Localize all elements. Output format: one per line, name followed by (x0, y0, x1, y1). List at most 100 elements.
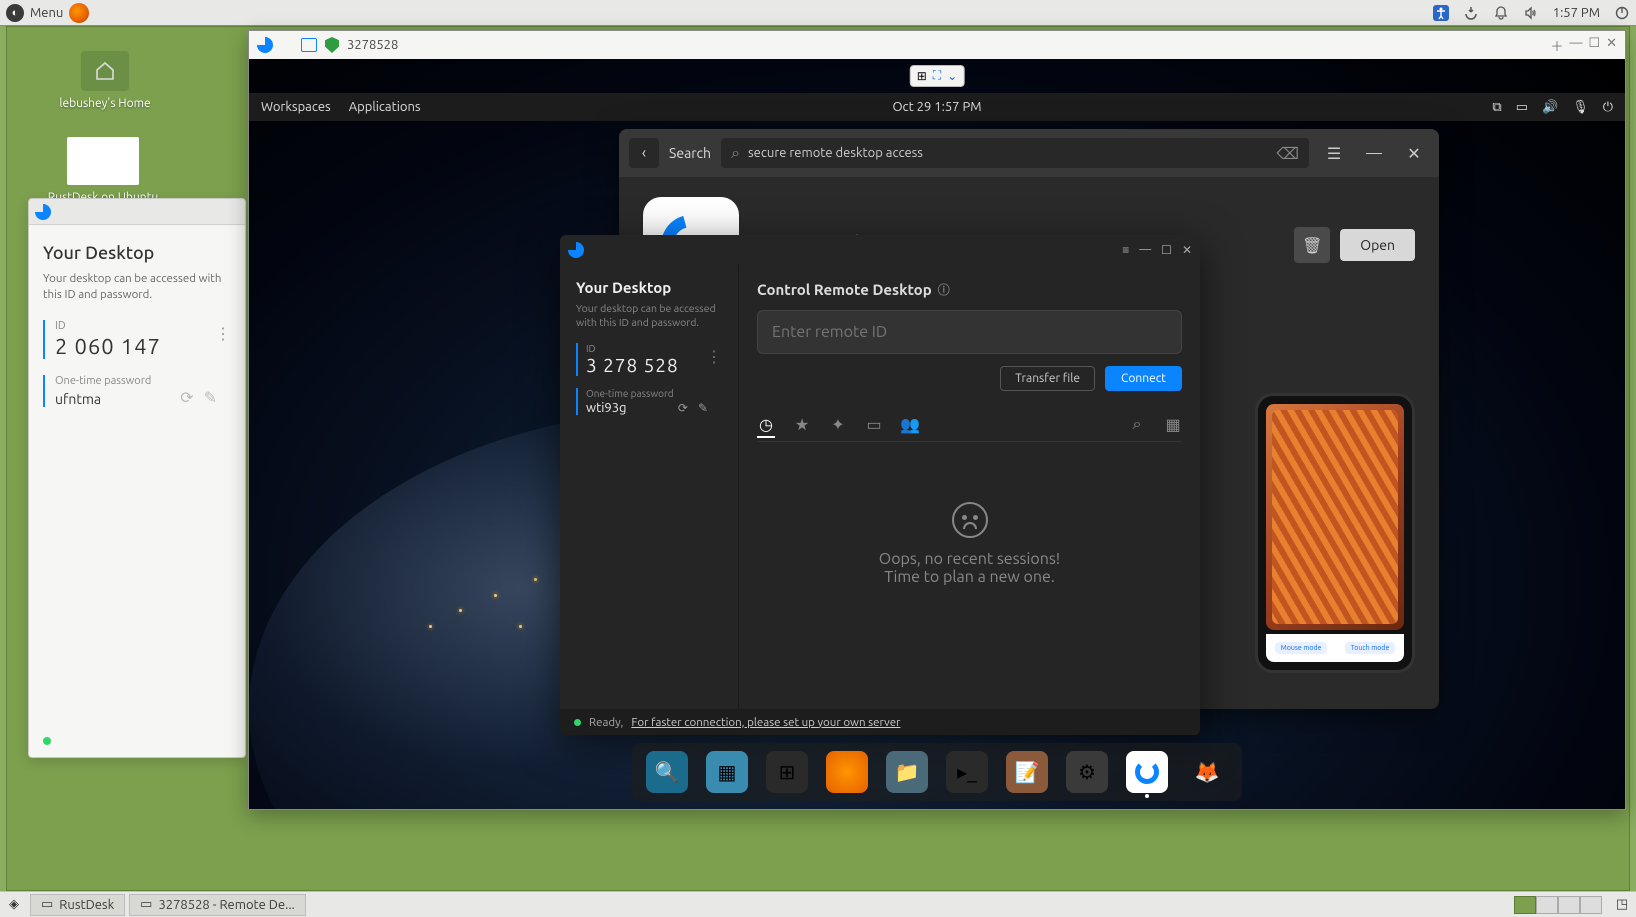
maximize-button[interactable]: ☐ (1588, 36, 1600, 55)
control-remote-heading: Control Remote Desktop ⓘ (757, 281, 1182, 298)
remote-session-titlebar[interactable]: 3278528 ＋ — ☐ ✕ (249, 31, 1625, 59)
your-desktop-description: Your desktop can be accessed with this I… (43, 271, 231, 302)
inner-close-button[interactable]: ✕ (1182, 243, 1192, 257)
dock-rustdesk-icon[interactable] (1126, 751, 1168, 793)
screenshot-phone-mockup: Mouse mode Touch mode (1255, 393, 1415, 673)
inner-menu-button[interactable]: ≡ (1122, 243, 1129, 257)
dock-firefox-icon[interactable] (826, 751, 868, 793)
session-toolbar-pill[interactable]: ⊞ ⛶ ⌄ (910, 65, 965, 87)
dock-notes-icon[interactable]: 📝 (1006, 751, 1048, 793)
pin-icon[interactable]: ⊞ (917, 69, 927, 83)
view-grid-icon[interactable]: ▦ (1164, 415, 1182, 433)
inner-minimize-button[interactable]: — (1139, 243, 1151, 257)
firefox-launcher-icon[interactable] (69, 3, 89, 23)
menu-label[interactable]: Menu (30, 6, 63, 20)
phone-touch-mode: Touch mode (1345, 642, 1396, 654)
volume-icon[interactable] (1523, 5, 1539, 21)
inner-id-more-icon[interactable]: ⋮ (706, 347, 722, 366)
distro-logo-icon[interactable]: ◐ (6, 4, 24, 22)
open-app-button[interactable]: Open (1340, 229, 1415, 261)
inner-refresh-otp-icon[interactable]: ⟳ (678, 401, 688, 415)
dock-magnifier-icon[interactable]: 🔍 (646, 751, 688, 793)
remote-id-input[interactable] (757, 310, 1182, 354)
tab-discovered[interactable]: ✦ (829, 415, 847, 433)
transfer-file-button[interactable]: Transfer file (1000, 366, 1095, 391)
dock-tiles-icon[interactable]: ▦ (706, 751, 748, 793)
dock-terminal-icon[interactable]: ▸_ (946, 751, 988, 793)
close-button[interactable]: ✕ (1606, 36, 1617, 55)
rustdesk-shortcut-icon[interactable]: RustDesk on Ubuntu (43, 137, 163, 204)
clear-search-icon[interactable]: ⌫ (1276, 144, 1299, 163)
edit-otp-icon[interactable]: ✎ (204, 388, 217, 407)
rustdesk-inner-titlebar[interactable]: ≡ — ☐ ✕ (560, 235, 1200, 265)
tab-address-book[interactable]: ▭ (865, 415, 883, 433)
monitor-icon[interactable] (301, 38, 317, 52)
expand-toolbar-icon[interactable]: ⌄ (947, 69, 957, 83)
setup-server-link[interactable]: For faster connection, please set up you… (631, 716, 900, 729)
tray-corner-button[interactable]: ◳ (1610, 894, 1634, 916)
back-button[interactable]: ‹ (629, 138, 659, 168)
gnome-display-icon[interactable]: ▭ (1516, 100, 1528, 115)
show-desktop-button[interactable]: ◈ (2, 894, 26, 916)
otp-label: One-time password (55, 375, 231, 387)
empty-sessions-state: Oops, no recent sessions! Time to plan a… (757, 502, 1182, 586)
fullscreen-icon[interactable]: ⛶ (933, 69, 941, 83)
gnome-datetime[interactable]: Oct 29 1:57 PM (892, 100, 981, 114)
dock-gimp-icon[interactable]: 🦊 (1186, 751, 1228, 793)
sw-minimize-button[interactable]: — (1359, 138, 1389, 168)
uninstall-button[interactable]: 🗑 (1294, 227, 1330, 263)
hamburger-menu-icon[interactable]: ☰ (1319, 138, 1349, 168)
empty-line-1: Oops, no recent sessions! (757, 550, 1182, 568)
dock-apps-grid-icon[interactable]: ⊞ (766, 751, 808, 793)
tab-favorites[interactable]: ★ (793, 415, 811, 433)
local-otp-block: One-time password ufntma ⟳ ✎ (43, 375, 231, 407)
home-folder-icon[interactable]: lebushey's Home (45, 51, 165, 110)
workspace-3[interactable] (1558, 896, 1580, 914)
gnome-applications[interactable]: Applications (349, 100, 421, 114)
sw-close-button[interactable]: ✕ (1399, 138, 1429, 168)
rustdesk-logo-icon (257, 37, 273, 53)
workspace-4[interactable] (1580, 896, 1602, 914)
status-ready-dot-icon (574, 719, 581, 726)
gnome-mic-icon[interactable]: 🎙 (1572, 100, 1589, 115)
dock-settings-icon[interactable]: ⚙ (1066, 751, 1108, 793)
task-label-1: RustDesk (59, 898, 114, 912)
empty-line-2: Time to plan a new one. (757, 568, 1182, 586)
info-icon[interactable]: ⓘ (938, 281, 950, 298)
minimize-button[interactable]: — (1569, 36, 1582, 55)
workspace-2[interactable] (1536, 896, 1558, 914)
host-clock[interactable]: 1:57 PM (1553, 6, 1600, 20)
taskbar-item-remote-session[interactable]: ▭ 3278528 - Remote De... (129, 894, 306, 916)
notifications-icon[interactable] (1493, 5, 1509, 21)
session-tab-id[interactable]: 3278528 (347, 38, 398, 52)
workspace-switcher[interactable] (1514, 896, 1602, 914)
refresh-otp-icon[interactable]: ⟳ (180, 388, 193, 407)
tab-group[interactable]: 👥 (901, 415, 919, 433)
rustdesk-local-window: Your Desktop Your desktop can be accesse… (28, 198, 246, 758)
software-search-input[interactable] (748, 146, 1268, 160)
gnome-workspaces[interactable]: Workspaces (261, 100, 331, 114)
tab-recent[interactable]: ◷ (757, 420, 775, 438)
remote-dock: 🔍 ▦ ⊞ 📁 ▸_ 📝 ⚙ 🦊 (632, 743, 1242, 801)
search-sessions-icon[interactable]: ⌕ (1128, 415, 1146, 433)
gnome-power-icon[interactable]: ⏻ (1603, 100, 1613, 115)
remote-desktop-viewport[interactable]: ⊞ ⛶ ⌄ Workspaces Applications Oct 29 1:5… (249, 59, 1625, 809)
accessibility-icon[interactable] (1433, 5, 1449, 21)
id-more-menu-icon[interactable]: ⋮ (215, 324, 231, 343)
software-search-field[interactable]: ⌕ ⌫ (721, 138, 1309, 168)
home-folder-label: lebushey's Home (45, 97, 165, 110)
workspace-1[interactable] (1514, 896, 1536, 914)
updates-icon[interactable] (1463, 5, 1479, 21)
new-tab-button[interactable]: ＋ (1550, 36, 1563, 55)
inner-maximize-button[interactable]: ☐ (1161, 243, 1172, 257)
taskbar-item-rustdesk[interactable]: ▭ RustDesk (30, 894, 125, 916)
screen-share-icon[interactable]: ⧉ (1492, 100, 1501, 115)
connect-button[interactable]: Connect (1105, 366, 1182, 391)
shield-secure-icon (325, 37, 339, 53)
rustdesk-remote-app-window: ≡ — ☐ ✕ Your Desktop Your desktop can be… (560, 235, 1200, 735)
power-icon[interactable] (1614, 5, 1630, 21)
dock-files-icon[interactable]: 📁 (886, 751, 928, 793)
rustdesk-local-titlebar[interactable] (29, 199, 245, 225)
gnome-volume-icon[interactable]: 🔊 (1542, 100, 1558, 115)
inner-edit-otp-icon[interactable]: ✎ (698, 401, 708, 415)
